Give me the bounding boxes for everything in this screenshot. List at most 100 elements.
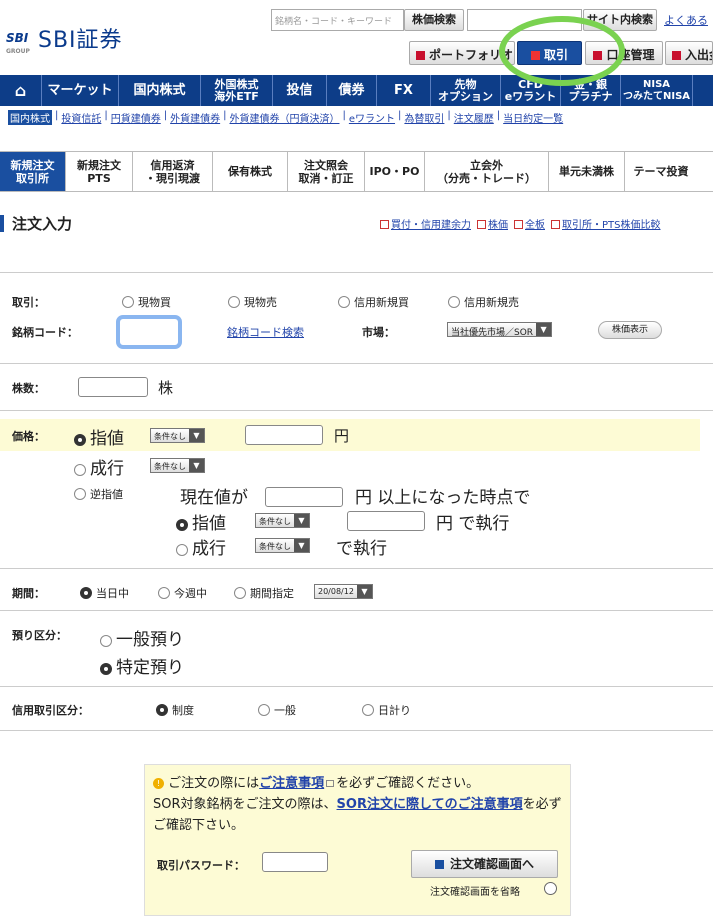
stock-search-input[interactable]: 銘柄名・コード・キーワード bbox=[271, 9, 404, 31]
radio-cash-buy[interactable]: 現物買 bbox=[122, 294, 171, 310]
radio-credit-general[interactable]: 一般 bbox=[258, 702, 296, 718]
radio-credit-system[interactable]: 制度 bbox=[156, 702, 194, 718]
quote-link[interactable]: 株価 bbox=[477, 216, 508, 231]
nav-nisa[interactable]: NISA つみたてNISA bbox=[621, 75, 693, 106]
stop-exec-text: 円 で執行 bbox=[436, 514, 510, 534]
period-date-select[interactable]: 20/08/12 bbox=[314, 584, 373, 599]
subnav-domestic[interactable]: 国内株式 bbox=[8, 110, 52, 125]
quote-display-button[interactable]: 株価表示 bbox=[598, 321, 662, 339]
window-icon bbox=[551, 220, 560, 229]
radio-today[interactable]: 当日中 bbox=[80, 585, 129, 601]
tab-ipo[interactable]: IPO・PO bbox=[365, 152, 425, 191]
top-links: 買付・信用建余力 株価 全板 取引所・PTS株価比較 bbox=[380, 216, 661, 231]
sub-nav: 国内株式 | 投資信託 | 円貨建債券 | 外貨建債券 | 外貨建債券（円貨決済） | e… bbox=[8, 110, 564, 125]
stop-text2: 円 以上になった時点で bbox=[355, 488, 531, 508]
tab-holdings[interactable]: 保有株式 bbox=[213, 152, 288, 191]
faq-link[interactable]: よくある bbox=[664, 12, 708, 28]
radio-limit[interactable]: 指値 bbox=[74, 424, 124, 449]
subnav-fund[interactable]: 投資信託 bbox=[61, 110, 101, 125]
radio-cash-sell[interactable]: 現物売 bbox=[228, 294, 277, 310]
credit-label: 信用取引区分： bbox=[12, 704, 89, 717]
order-tabs: 新規注文 取引所 新規注文 PTS 信用返済 ・現引現渡 保有株式 注文照会 取… bbox=[0, 151, 713, 192]
nav-foreign-stock[interactable]: 外国株式 海外ETF bbox=[201, 75, 273, 106]
stop-market-condition-select[interactable]: 条件なし bbox=[255, 538, 310, 553]
tab-new-order-exchange[interactable]: 新規注文 取引所 bbox=[0, 152, 66, 191]
logo-text: SBI証券 bbox=[38, 28, 123, 53]
window-icon bbox=[477, 220, 486, 229]
info-icon: ! bbox=[153, 778, 164, 789]
qty-unit: 株 bbox=[158, 379, 174, 397]
radio-stop[interactable]: 逆指値 bbox=[74, 486, 123, 502]
subnav-yen-bond[interactable]: 円貨建債券 bbox=[111, 110, 161, 125]
qty-label: 株数： bbox=[12, 382, 45, 395]
skip-confirm-checkbox[interactable] bbox=[544, 882, 557, 895]
caution-link[interactable]: ご注意事項 bbox=[259, 776, 324, 791]
sor-caution-link[interactable]: SOR注文に際してのご注意事項 bbox=[337, 797, 523, 812]
radio-stop-market[interactable]: 成行 bbox=[176, 534, 226, 559]
radio-general-account[interactable]: 一般預り bbox=[100, 625, 184, 650]
stop-limit-condition-select[interactable]: 条件なし bbox=[255, 513, 310, 528]
divider bbox=[0, 730, 713, 731]
divider bbox=[0, 686, 713, 687]
arrow-icon bbox=[434, 860, 444, 869]
deposit-button[interactable]: 入出金 bbox=[665, 41, 713, 65]
trade-password-input[interactable] bbox=[262, 852, 328, 872]
full-board-link[interactable]: 全板 bbox=[514, 216, 545, 231]
deposit-label: 預り区分： bbox=[12, 629, 67, 642]
radio-market-order[interactable]: 成行 bbox=[74, 454, 124, 479]
logo[interactable]: SBI GROUP SBI証券 bbox=[6, 22, 123, 55]
tab-margin-close[interactable]: 信用返済 ・現引現渡 bbox=[133, 152, 213, 191]
code-label: 銘柄コード： bbox=[12, 326, 78, 339]
subnav-foreign-bond-yen[interactable]: 外貨建債券（円貨決済） bbox=[230, 110, 340, 125]
tab-odd-lot[interactable]: 単元未満株 bbox=[549, 152, 625, 191]
limit-condition-select[interactable]: 条件なし bbox=[150, 428, 205, 443]
stop-trigger-input[interactable] bbox=[265, 487, 343, 507]
radio-margin-sell[interactable]: 信用新規売 bbox=[448, 294, 519, 310]
radio-period-specified[interactable]: 期間指定 bbox=[234, 585, 294, 601]
divider bbox=[0, 272, 713, 273]
stop-limit-price-input[interactable] bbox=[347, 511, 425, 531]
main-nav: ⌂ マーケット 国内株式 外国株式 海外ETF 投信 債券 FX 先物 オプショ… bbox=[0, 75, 713, 106]
radio-margin-buy[interactable]: 信用新規買 bbox=[338, 294, 409, 310]
stock-search-button[interactable]: 株価検索 bbox=[404, 9, 464, 31]
radio-credit-day[interactable]: 日計り bbox=[362, 702, 411, 718]
stock-code-input[interactable] bbox=[116, 315, 182, 349]
radio-stop-limit[interactable]: 指値 bbox=[176, 509, 226, 534]
page-title: 注文入力 bbox=[0, 213, 72, 234]
square-icon bbox=[672, 51, 681, 60]
nav-domestic-stock[interactable]: 国内株式 bbox=[119, 75, 201, 106]
subnav-order-history[interactable]: 注文履歴 bbox=[454, 110, 494, 125]
quantity-input[interactable] bbox=[78, 377, 148, 397]
nav-market[interactable]: マーケット bbox=[42, 75, 119, 106]
limit-price-input[interactable] bbox=[245, 425, 323, 445]
tab-theme[interactable]: テーマ投資 bbox=[625, 152, 697, 191]
home-icon[interactable]: ⌂ bbox=[0, 75, 42, 106]
window-icon bbox=[380, 220, 389, 229]
yen-unit: 円 bbox=[334, 427, 350, 445]
nav-bond[interactable]: 債券 bbox=[327, 75, 377, 106]
nav-futures[interactable]: 先物 オプション bbox=[431, 75, 501, 106]
logo-mark: SBI GROUP bbox=[6, 31, 30, 55]
tab-off-floor[interactable]: 立会外 （分売・トレード） bbox=[425, 152, 549, 191]
radio-specific-account[interactable]: 特定預り bbox=[100, 653, 184, 678]
nav-fund[interactable]: 投信 bbox=[273, 75, 327, 106]
tab-new-order-pts[interactable]: 新規注文 PTS bbox=[66, 152, 133, 191]
market-condition-select[interactable]: 条件なし bbox=[150, 458, 205, 473]
window-icon bbox=[514, 220, 523, 229]
tab-order-inquiry[interactable]: 注文照会 取消・訂正 bbox=[288, 152, 365, 191]
subnav-executions[interactable]: 当日約定一覧 bbox=[503, 110, 563, 125]
price-compare-link[interactable]: 取引所・PTS株価比較 bbox=[551, 216, 661, 231]
order-confirm-button[interactable]: 注文確認画面へ bbox=[411, 850, 558, 878]
radio-this-week[interactable]: 今週中 bbox=[158, 585, 207, 601]
buying-power-link[interactable]: 買付・信用建余力 bbox=[380, 216, 471, 231]
market-label: 市場： bbox=[362, 326, 395, 339]
code-search-link[interactable]: 銘柄コード検索 bbox=[227, 324, 304, 340]
period-label: 期間： bbox=[12, 587, 45, 600]
subnav-ewarrant[interactable]: eワラント bbox=[349, 110, 395, 125]
market-select[interactable]: 当社優先市場／SOR bbox=[447, 322, 553, 338]
subnav-fx-trade[interactable]: 為替取引 bbox=[404, 110, 444, 125]
nav-fx[interactable]: FX bbox=[377, 75, 431, 106]
stop-text1: 現在値が bbox=[180, 488, 248, 508]
skip-confirm-label: 注文確認画面を省略 bbox=[430, 887, 520, 898]
subnav-foreign-bond[interactable]: 外貨建債券 bbox=[170, 110, 220, 125]
